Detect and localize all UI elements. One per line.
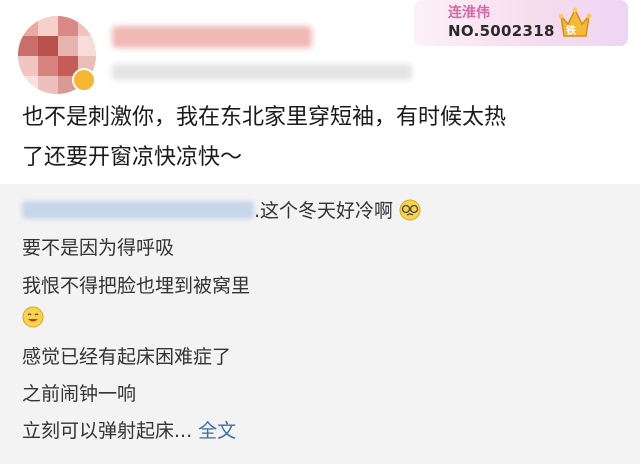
repost-line: 立刻可以弹射起床... 全文 xyxy=(22,416,236,443)
fan-badge-level: 铁 xyxy=(566,26,576,37)
post-body: 也不是刺激你，我在东北家里穿短袖，有时候太热 了还要开窗凉快凉快～ xyxy=(22,98,622,178)
repost-line xyxy=(22,306,44,333)
fan-badge-number: NO.5002318 xyxy=(448,22,555,40)
blurred-meta xyxy=(112,64,412,80)
smile-emoji-icon xyxy=(22,306,44,328)
repost-line: 之前闹钟一响 xyxy=(22,383,137,405)
full-text-link[interactable]: 全文 xyxy=(198,420,236,442)
repost-line-text: 立刻可以弹射起床... xyxy=(22,420,193,442)
nerd-emoji-icon xyxy=(399,199,421,221)
repost-line: .这个冬天好冷啊 xyxy=(22,196,421,223)
fan-badge-name: 连淮伟 xyxy=(448,5,490,21)
blurred-username xyxy=(112,26,312,48)
post-line: 也不是刺激你，我在东北家里穿短袖，有时候太热 xyxy=(22,105,507,130)
blurred-mention xyxy=(22,201,254,219)
repost-line-text: .这个冬天好冷啊 xyxy=(254,200,394,222)
repost-area[interactable]: .这个冬天好冷啊 要不是因为得呼吸 我恨不得把脸也埋到被窝里 感觉已经有起床困难… xyxy=(0,184,640,464)
repost-line: 要不是因为得呼吸 xyxy=(22,237,175,259)
repost-line: 感觉已经有起床困难症了 xyxy=(22,346,232,368)
verified-badge-icon xyxy=(72,68,96,92)
repost-line: 我恨不得把脸也埋到被窝里 xyxy=(22,275,251,297)
post-line: 了还要开窗凉快凉快～ xyxy=(22,145,243,170)
